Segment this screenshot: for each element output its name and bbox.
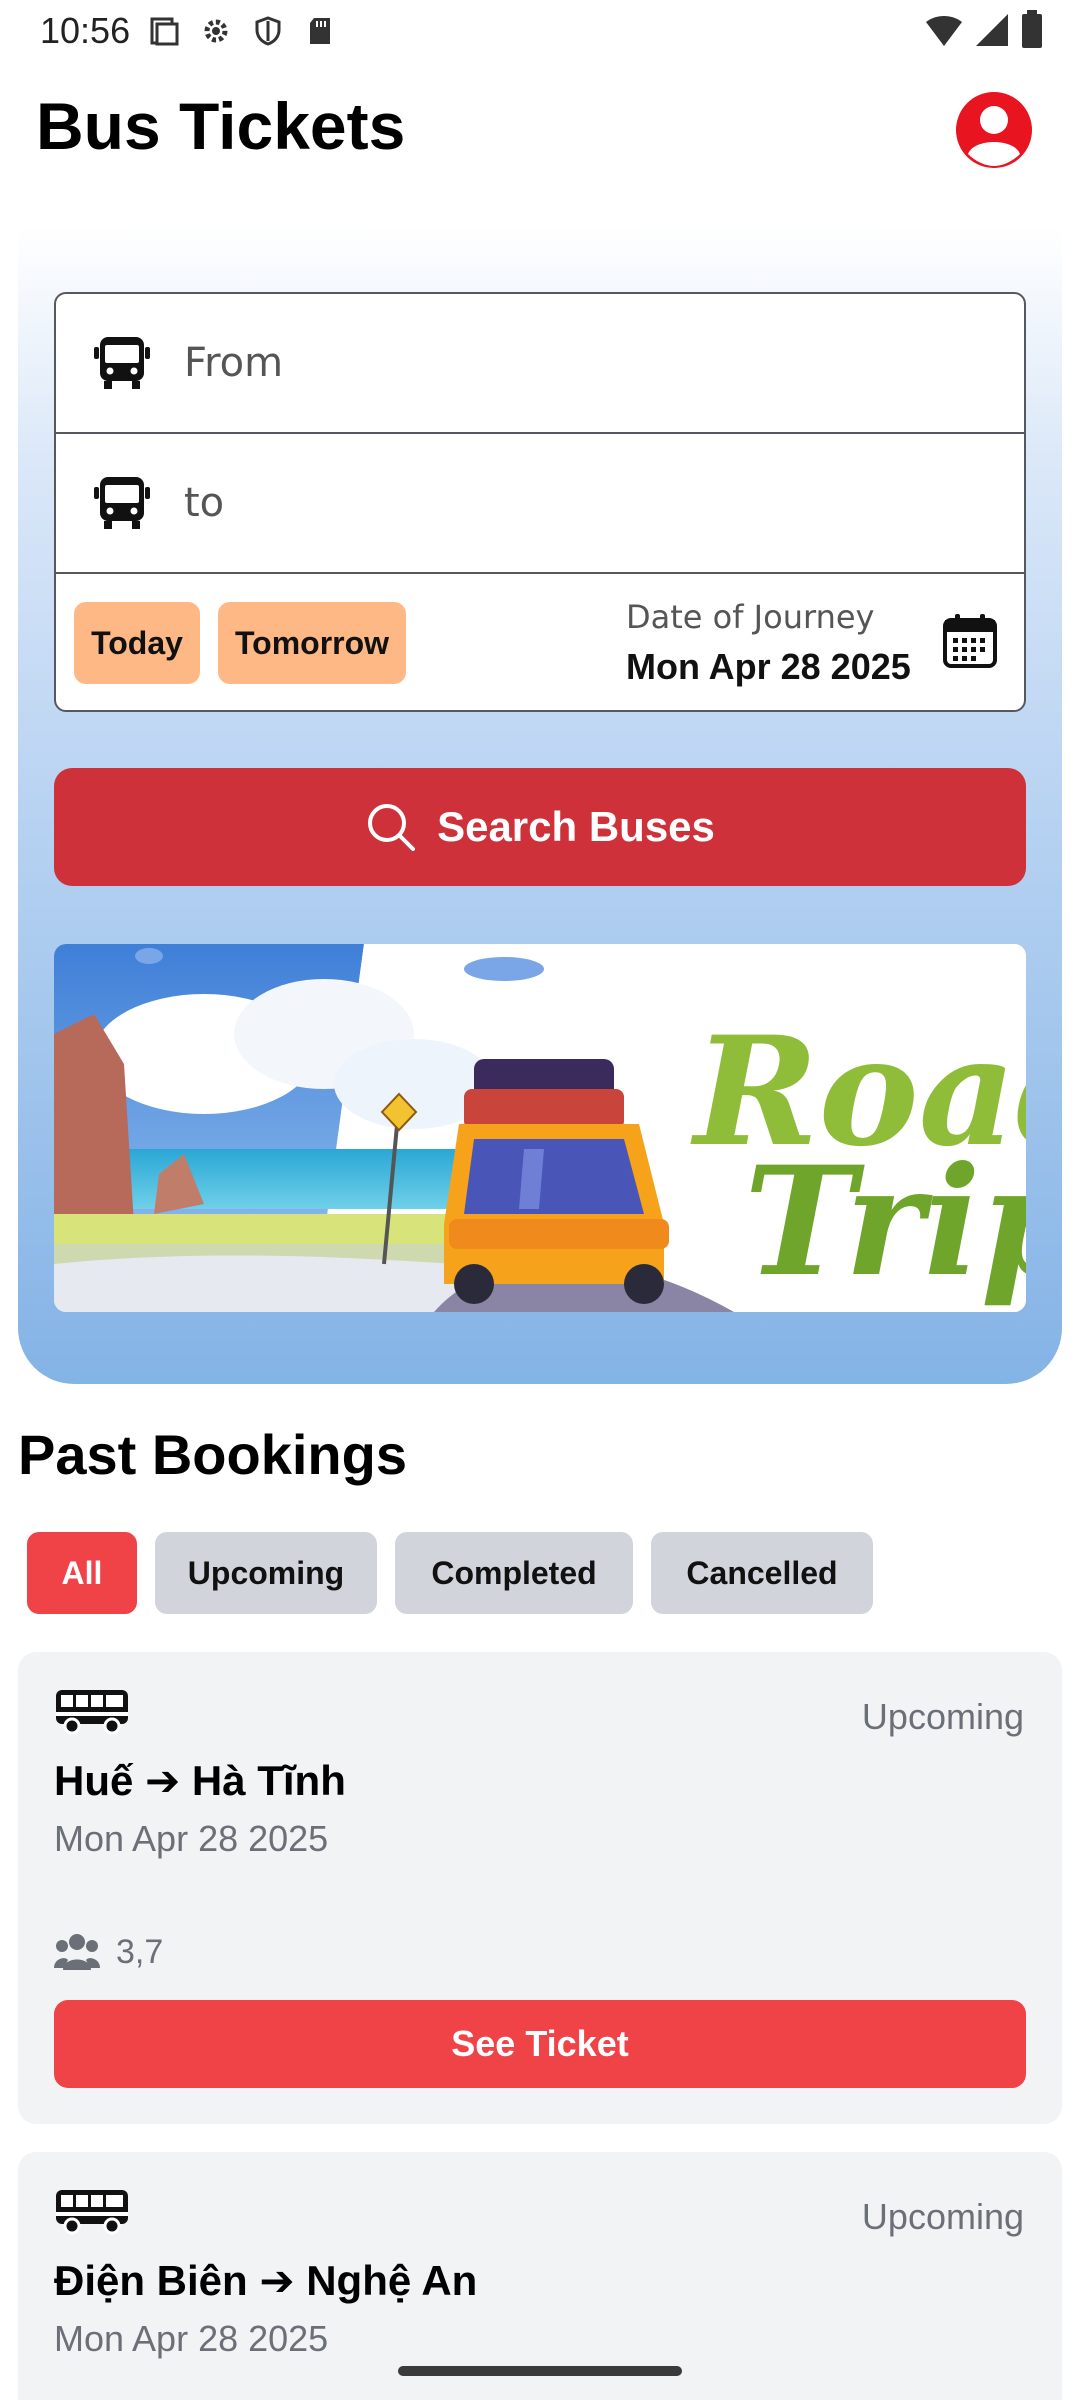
booking-date: Mon Apr 28 2025 bbox=[54, 1818, 329, 1859]
status-time: 10:56 bbox=[40, 10, 131, 51]
filter-upcoming[interactable]: Upcoming bbox=[155, 1532, 377, 1614]
search-panel: Today Tomorrow Date of Journey Mon Apr 2… bbox=[18, 226, 1062, 1384]
wifi-icon bbox=[924, 12, 964, 53]
app-header: Bus Tickets bbox=[0, 62, 1080, 202]
booking-card[interactable]: Upcoming Huế ➔ Hà Tĩnh Mon Apr 28 2025 3… bbox=[18, 1652, 1062, 2124]
booking-filter-tabs: All Upcoming Completed Cancelled bbox=[27, 1532, 873, 1614]
booking-date: Mon Apr 28 2025 bbox=[54, 2318, 329, 2359]
bus-tickets-screen: 10:56 Bus Tickets From to Today Tomorrow… bbox=[0, 0, 1080, 2400]
profile-button[interactable] bbox=[952, 88, 1036, 172]
sd-card-icon bbox=[302, 13, 338, 49]
booking-card[interactable]: Upcoming Điện Biên ➔ Nghệ An Mon Apr 28 … bbox=[18, 2152, 1062, 2400]
passenger-count: 3,7 bbox=[116, 1932, 164, 1971]
date-row: Today Tomorrow Date of Journey Mon Apr 2… bbox=[56, 574, 1024, 710]
screenshot-icon bbox=[146, 13, 182, 49]
calendar-icon[interactable] bbox=[940, 612, 1000, 672]
signal-icon bbox=[974, 12, 1010, 53]
search-icon bbox=[368, 804, 416, 851]
past-bookings-title: Past Bookings bbox=[18, 1423, 407, 1486]
search-buses-button[interactable]: Search Buses bbox=[54, 768, 1026, 886]
booking-status: Upcoming bbox=[861, 2196, 1024, 2237]
road-trip-banner[interactable]: Road Trip bbox=[54, 944, 1026, 1312]
banner-title-trip: Trip bbox=[744, 1134, 1026, 1310]
filter-cancelled[interactable]: Cancelled bbox=[651, 1532, 873, 1614]
see-ticket-button[interactable]: See Ticket bbox=[54, 2000, 1026, 2088]
filter-all[interactable]: All bbox=[27, 1532, 137, 1614]
booking-route: Điện Biên ➔ Nghệ An bbox=[54, 2257, 478, 2304]
booking-status: Upcoming bbox=[861, 1696, 1024, 1737]
booking-passengers: 3,7 bbox=[54, 1932, 163, 1972]
battery-icon bbox=[1020, 10, 1044, 55]
search-buses-label: Search Buses bbox=[437, 803, 715, 850]
shield-icon bbox=[250, 13, 286, 49]
passengers-icon bbox=[54, 1934, 100, 1970]
bus-front-icon bbox=[92, 473, 152, 533]
home-indicator[interactable] bbox=[398, 2366, 682, 2376]
road-trip-illustration: Road Trip bbox=[54, 944, 1026, 1312]
to-row[interactable] bbox=[56, 434, 1024, 574]
page-title: Bus Tickets bbox=[36, 89, 406, 163]
tomorrow-chip[interactable]: Tomorrow bbox=[218, 602, 406, 684]
bus-icon bbox=[54, 2188, 130, 2236]
status-bar: 10:56 bbox=[0, 0, 1080, 62]
date-of-journey-value[interactable]: Mon Apr 28 2025 bbox=[626, 646, 911, 688]
settings-icon bbox=[198, 13, 234, 49]
bus-icon bbox=[54, 1688, 130, 1736]
today-chip[interactable]: Today bbox=[74, 602, 200, 684]
from-row[interactable] bbox=[56, 294, 1024, 434]
status-right-icons bbox=[924, 10, 1044, 55]
bus-front-icon bbox=[92, 333, 152, 393]
booking-route: Huế ➔ Hà Tĩnh bbox=[54, 1757, 346, 1804]
from-input[interactable] bbox=[184, 323, 984, 403]
date-of-journey-label: Date of Journey bbox=[626, 598, 875, 636]
to-input[interactable] bbox=[184, 463, 984, 543]
profile-icon bbox=[956, 92, 1032, 168]
route-card: Today Tomorrow Date of Journey Mon Apr 2… bbox=[54, 292, 1026, 712]
filter-completed[interactable]: Completed bbox=[395, 1532, 633, 1614]
